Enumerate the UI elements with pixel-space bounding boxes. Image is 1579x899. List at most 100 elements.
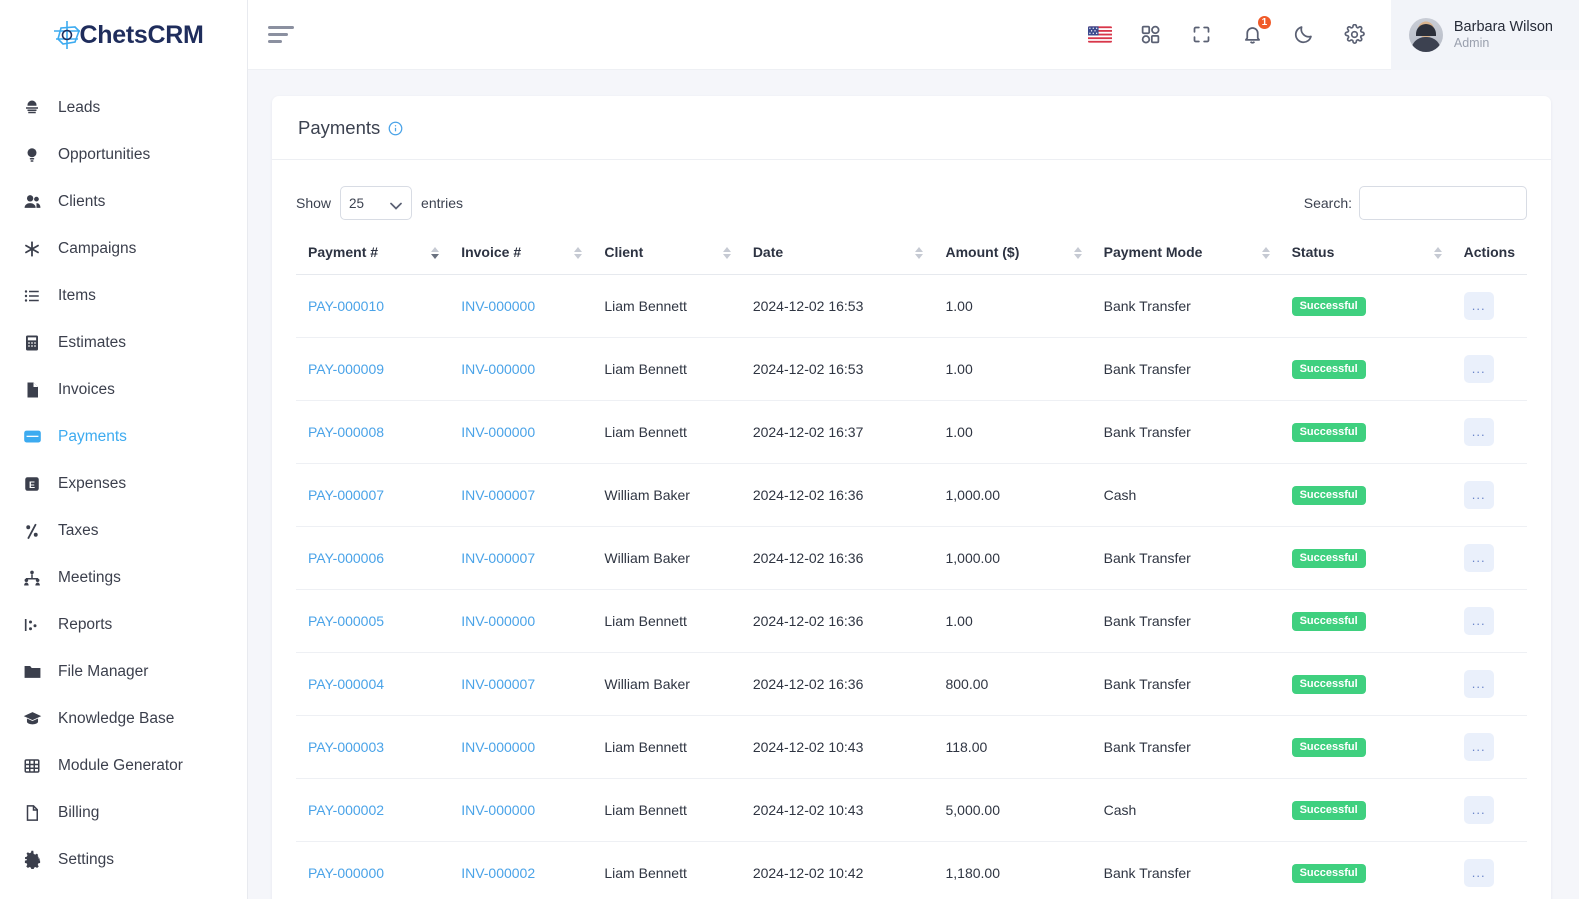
cell-date: 2024-12-02 16:36	[740, 526, 934, 590]
column-header-payment-number[interactable]: Payment #	[296, 234, 450, 275]
column-label: Date	[752, 244, 784, 260]
sidebar-item-expenses[interactable]: E Expenses	[0, 460, 247, 507]
list-icon	[22, 286, 42, 306]
payment-link[interactable]: PAY-000004	[308, 676, 384, 692]
column-label: Actions	[1463, 244, 1515, 260]
sidebar-item-leads[interactable]: Leads	[0, 84, 247, 131]
table-row: PAY-000003 INV-000000 Liam Bennett 2024-…	[296, 715, 1527, 779]
sidebar-item-billing[interactable]: Billing	[0, 789, 247, 836]
search-input[interactable]	[1359, 186, 1527, 220]
sidebar-item-campaigns[interactable]: Campaigns	[0, 225, 247, 272]
payments-table: Payment # Invoice # Client Date Amount (…	[296, 234, 1527, 899]
cell-date: 2024-12-02 16:36	[740, 463, 934, 527]
invoice-link[interactable]: INV-000000	[461, 613, 535, 629]
file-icon	[22, 380, 42, 400]
cell-amount: 1.00	[933, 589, 1092, 653]
payment-link[interactable]: PAY-000000	[308, 865, 384, 881]
cell-payment-number: PAY-000003	[296, 715, 450, 779]
column-header-amount[interactable]: Amount ($)	[933, 234, 1092, 275]
payment-link[interactable]: PAY-000005	[308, 613, 384, 629]
invoice-link[interactable]: INV-000000	[461, 802, 535, 818]
sidebar-item-meetings[interactable]: Meetings	[0, 554, 247, 601]
column-header-client[interactable]: Client	[592, 234, 741, 275]
sidebar-item-estimates[interactable]: Estimates	[0, 319, 247, 366]
hamburger-icon[interactable]	[268, 25, 294, 45]
brand-name: ChetsCRM	[79, 20, 204, 49]
row-actions-button[interactable]: ...	[1463, 355, 1494, 383]
sidebar-item-file-manager[interactable]: File Manager	[0, 648, 247, 695]
sidebar-item-knowledge-base[interactable]: Knowledge Base	[0, 695, 247, 742]
sidebar-item-opportunities[interactable]: Opportunities	[0, 131, 247, 178]
column-header-date[interactable]: Date	[740, 234, 934, 275]
payment-link[interactable]: PAY-000008	[308, 424, 384, 440]
sidebar-item-reports[interactable]: Reports	[0, 601, 247, 648]
sidebar-item-taxes[interactable]: Taxes	[0, 507, 247, 554]
payment-link[interactable]: PAY-000006	[308, 550, 384, 566]
cell-client: Liam Bennett	[592, 274, 741, 338]
row-actions-button[interactable]: ...	[1463, 481, 1494, 509]
page-size-select[interactable]: 25	[340, 186, 413, 220]
invoice-link[interactable]: INV-000000	[461, 298, 535, 314]
cell-actions: ...	[1451, 841, 1527, 899]
sidebar-item-payments[interactable]: Payments	[0, 413, 247, 460]
brand-logo[interactable]: ChetsCRM	[0, 0, 247, 70]
payment-link[interactable]: PAY-000007	[308, 487, 384, 503]
payment-link[interactable]: PAY-000009	[308, 361, 384, 377]
notification-bell-icon[interactable]: 1	[1241, 13, 1273, 47]
row-actions-button[interactable]: ...	[1463, 607, 1494, 635]
invoice-link[interactable]: INV-000000	[461, 424, 535, 440]
sidebar-item-label: Payments	[58, 427, 127, 445]
sidebar-item-invoices[interactable]: Invoices	[0, 366, 247, 413]
profile-role: Admin	[1453, 35, 1490, 50]
language-flag-us-icon[interactable]	[1087, 23, 1112, 47]
sidebar-item-settings[interactable]: Settings	[0, 836, 247, 883]
app-root: ChetsCRM Leads Opportunities Clients Cam…	[0, 0, 1579, 899]
row-actions-button[interactable]: ...	[1463, 670, 1494, 698]
invoice-link[interactable]: INV-000002	[461, 865, 535, 881]
row-actions-button[interactable]: ...	[1463, 292, 1494, 320]
sidebar-item-label: Campaigns	[58, 239, 137, 257]
row-actions-button[interactable]: ...	[1463, 859, 1494, 887]
column-header-invoice-number[interactable]: Invoice #	[449, 234, 593, 275]
payment-link[interactable]: PAY-000003	[308, 739, 384, 755]
user-profile-menu[interactable]: Barbara Wilson Admin	[1390, 0, 1579, 70]
cell-payment-mode: Bank Transfer	[1091, 400, 1280, 464]
apps-grid-icon[interactable]	[1139, 23, 1163, 47]
info-icon[interactable]	[388, 121, 403, 136]
sidebar-item-label: Knowledge Base	[58, 709, 175, 727]
table-row: PAY-000004 INV-000007 William Baker 2024…	[296, 652, 1527, 716]
sidebar-item-clients[interactable]: Clients	[0, 178, 247, 225]
cell-client: William Baker	[592, 526, 741, 590]
chevron-down-icon	[390, 199, 402, 214]
payment-link[interactable]: PAY-000002	[308, 802, 384, 818]
dark-mode-moon-icon[interactable]	[1292, 23, 1316, 47]
settings-gear-icon[interactable]	[1343, 23, 1367, 47]
row-actions-button[interactable]: ...	[1463, 796, 1494, 824]
row-actions-button[interactable]: ...	[1463, 733, 1494, 761]
payment-link[interactable]: PAY-000010	[308, 298, 384, 314]
cell-payment-mode: Bank Transfer	[1091, 841, 1280, 899]
cell-client: William Baker	[592, 652, 741, 716]
cell-payment-number: PAY-000004	[296, 652, 450, 716]
table-body: PAY-000010 INV-000000 Liam Bennett 2024-…	[296, 274, 1527, 899]
invoice-link[interactable]: INV-000007	[461, 676, 535, 692]
cell-invoice-number: INV-000000	[449, 715, 593, 779]
cell-invoice-number: INV-000007	[449, 463, 593, 527]
invoice-link[interactable]: INV-000000	[461, 739, 535, 755]
row-actions-button[interactable]: ...	[1463, 544, 1494, 572]
cell-date: 2024-12-02 16:53	[740, 337, 934, 401]
row-actions-button[interactable]: ...	[1463, 418, 1494, 446]
cell-actions: ...	[1451, 526, 1527, 590]
column-header-status[interactable]: Status	[1279, 234, 1452, 275]
invoice-link[interactable]: INV-000007	[461, 487, 535, 503]
column-header-payment-mode[interactable]: Payment Mode	[1091, 234, 1280, 275]
sidebar-item-module-generator[interactable]: Module Generator	[0, 742, 247, 789]
sidebar-item-items[interactable]: Items	[0, 272, 247, 319]
sidebar-item-label: Settings	[58, 850, 115, 868]
invoice-link[interactable]: INV-000000	[461, 361, 535, 377]
cell-amount: 1.00	[933, 337, 1092, 401]
cell-payment-number: PAY-000006	[296, 526, 450, 590]
fullscreen-icon[interactable]	[1190, 23, 1214, 47]
invoice-link[interactable]: INV-000007	[461, 550, 535, 566]
cell-invoice-number: INV-000000	[449, 589, 593, 653]
